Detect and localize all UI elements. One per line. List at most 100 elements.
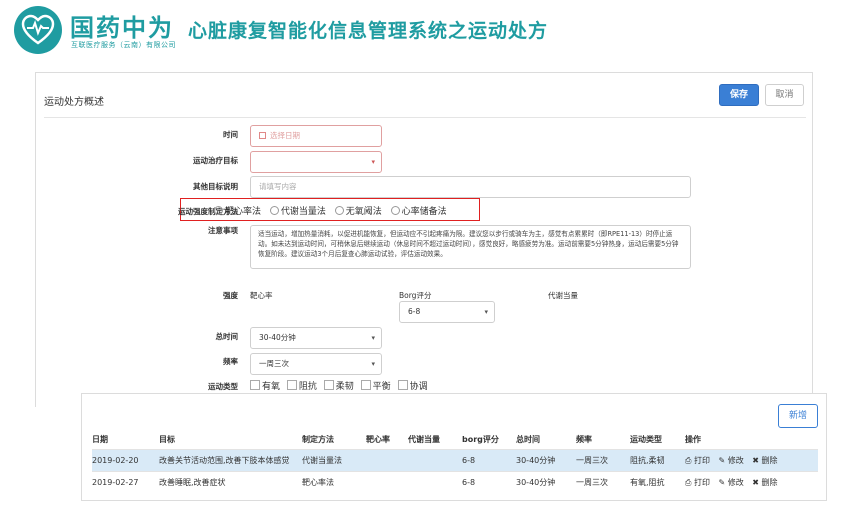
other-goal-label: 其他目标说明 <box>193 182 238 191</box>
edit-label: 修改 <box>727 477 744 487</box>
cell-goal: 改善关节活动范围,改善下肢本体感觉 <box>159 448 302 471</box>
delete-label: 删除 <box>761 455 778 465</box>
radio-heart-rate[interactable]: 靶心率法 <box>214 204 261 217</box>
radio-anaerobic[interactable]: 无氧阈法 <box>334 204 382 217</box>
cell-borg: 6-8 <box>462 448 516 471</box>
met-label: 代谢当量 <box>548 291 578 300</box>
borg-select[interactable]: 6-8 ▾ <box>399 301 495 323</box>
checkbox-icon <box>250 380 260 390</box>
goal-label: 运动治疗目标 <box>193 156 238 165</box>
header-heart-rate: 靶心率 <box>366 435 390 445</box>
prescription-table: 日期 目标 制定方法 靶心率 代谢当量 borg评分 总时间 频率 运动类型 操… <box>92 431 818 493</box>
duration-label: 总时间 <box>215 332 239 341</box>
new-button[interactable]: 新增 <box>778 404 818 428</box>
borg-label: Borg评分 <box>399 291 432 300</box>
radio-label: 代谢当量法 <box>280 207 326 217</box>
prescription-panel: 运动处方概述 保存 取消 时间 选择日期 运动治疗目标 ▾ 其他目标说明 请填写… <box>35 72 813 407</box>
header-borg: borg评分 <box>462 435 499 445</box>
chevron-down-icon: ▾ <box>371 334 375 342</box>
cell-type: 有氧,阻抗 <box>630 470 685 493</box>
duration-select[interactable]: 30-40分钟 ▾ <box>250 327 382 349</box>
notes-label: 注意事项 <box>208 226 238 235</box>
print-button[interactable]: ⎙ 打印 <box>685 478 710 487</box>
edit-button[interactable]: ✎ 修改 <box>719 456 744 465</box>
table-header-row: 日期 目标 制定方法 靶心率 代谢当量 borg评分 总时间 频率 运动类型 操… <box>92 431 818 449</box>
chevron-down-icon: ▾ <box>371 158 375 166</box>
header-met: 代谢当量 <box>408 435 440 445</box>
cell-actions: ⎙ 打印 ✎ 修改 ✖ 删除 <box>685 448 818 471</box>
cell-met <box>408 470 462 493</box>
cell-borg: 6-8 <box>462 470 516 493</box>
save-button[interactable]: 保存 <box>719 84 759 106</box>
cell-date: 2019-02-27 <box>92 470 159 493</box>
cell-frequency: 一周三次 <box>576 448 630 471</box>
time-placeholder: 选择日期 <box>270 131 300 140</box>
cell-type: 阻抗,柔韧 <box>630 448 685 471</box>
cell-duration: 30-40分钟 <box>516 470 576 493</box>
chevron-down-icon: ▾ <box>371 360 375 368</box>
cell-method: 代谢当量法 <box>302 448 366 471</box>
delete-button[interactable]: ✖ 删除 <box>752 456 777 465</box>
checkbox-resistance[interactable]: 阻抗 <box>286 379 317 392</box>
checkbox-coordination[interactable]: 协调 <box>397 379 428 392</box>
cell-duration: 30-40分钟 <box>516 448 576 471</box>
time-label: 时间 <box>223 130 238 139</box>
delete-label: 删除 <box>761 477 778 487</box>
type-label: 运动类型 <box>208 382 238 391</box>
printer-icon: ⎙ <box>685 455 692 465</box>
cell-date: 2019-02-20 <box>92 448 159 471</box>
print-label: 打印 <box>693 477 710 487</box>
frequency-value: 一周三次 <box>259 359 289 368</box>
header-duration: 总时间 <box>516 435 540 445</box>
table-row[interactable]: 2019-02-27 改善睡眠,改善症状 靶心率法 6-8 30-40分钟 一周… <box>92 470 818 493</box>
panel-divider <box>44 117 806 118</box>
cell-met <box>408 448 462 471</box>
delete-button[interactable]: ✖ 删除 <box>752 478 777 487</box>
cell-heart-rate <box>366 470 408 493</box>
logo-subtitle: 互联医疗服务（云南）有限公司 <box>71 41 176 49</box>
checkbox-icon <box>323 380 334 390</box>
edit-label: 修改 <box>727 455 744 465</box>
header-type: 运动类型 <box>630 435 662 445</box>
header-date: 日期 <box>92 435 108 445</box>
radio-met[interactable]: 代谢当量法 <box>269 204 326 217</box>
header-frequency: 频率 <box>576 435 592 445</box>
edit-icon: ✎ <box>718 477 726 487</box>
logo-heart-icon <box>14 6 62 54</box>
time-date-input[interactable]: 选择日期 <box>250 125 382 147</box>
frequency-select[interactable]: 一周三次 ▾ <box>250 353 382 375</box>
cancel-button[interactable]: 取消 <box>765 84 804 106</box>
prescription-table-panel: 新增 日期 目标 制定方法 靶心率 代谢当量 borg评分 总时间 频率 运动类… <box>81 393 827 501</box>
radio-label: 心率储备法 <box>401 207 447 217</box>
chevron-down-icon: ▾ <box>484 308 488 316</box>
checkbox-label: 有氧 <box>262 382 281 392</box>
radio-reserve[interactable]: 心率储备法 <box>390 204 447 217</box>
cell-frequency: 一周三次 <box>576 470 630 493</box>
checkbox-icon <box>360 380 371 390</box>
other-goal-placeholder: 请填写内容 <box>259 182 297 191</box>
panel-title: 运动处方概述 <box>44 97 104 108</box>
radio-label: 无氧阈法 <box>345 207 382 217</box>
edit-button[interactable]: ✎ 修改 <box>719 478 744 487</box>
app-header: 国药中为 互联医疗服务（云南）有限公司 心脏康复智能化信息管理系统之运动处方 <box>0 0 850 62</box>
radio-circle-icon <box>334 206 344 215</box>
header-actions: 操作 <box>685 435 701 445</box>
checkbox-balance[interactable]: 平衡 <box>360 379 391 392</box>
checkbox-icon <box>286 380 297 390</box>
checkbox-icon <box>397 380 408 390</box>
print-button[interactable]: ⎙ 打印 <box>685 456 710 465</box>
goal-select[interactable]: ▾ <box>250 151 382 173</box>
edit-icon: ✎ <box>718 455 726 465</box>
checkbox-label: 柔韧 <box>335 382 354 392</box>
checkbox-aerobic[interactable]: 有氧 <box>250 379 280 392</box>
other-goal-input[interactable]: 请填写内容 <box>250 176 691 198</box>
checkbox-flexibility[interactable]: 柔韧 <box>323 379 354 392</box>
printer-icon: ⎙ <box>685 477 692 487</box>
header-method: 制定方法 <box>302 435 334 445</box>
table-row[interactable]: 2019-02-20 改善关节活动范围,改善下肢本体感觉 代谢当量法 6-8 3… <box>92 448 818 471</box>
checkbox-label: 平衡 <box>372 382 391 392</box>
app-title: 心脏康复智能化信息管理系统之运动处方 <box>188 20 549 42</box>
radio-circle-icon <box>269 206 279 215</box>
notes-textarea[interactable]: 适当运动，增加热量消耗，以促进机能恢复，但运动应不引起疼痛为限。建议您以步行或骑… <box>250 225 691 269</box>
type-checkbox-group: 有氧 阻抗 柔韧 平衡 协调 <box>250 379 432 392</box>
